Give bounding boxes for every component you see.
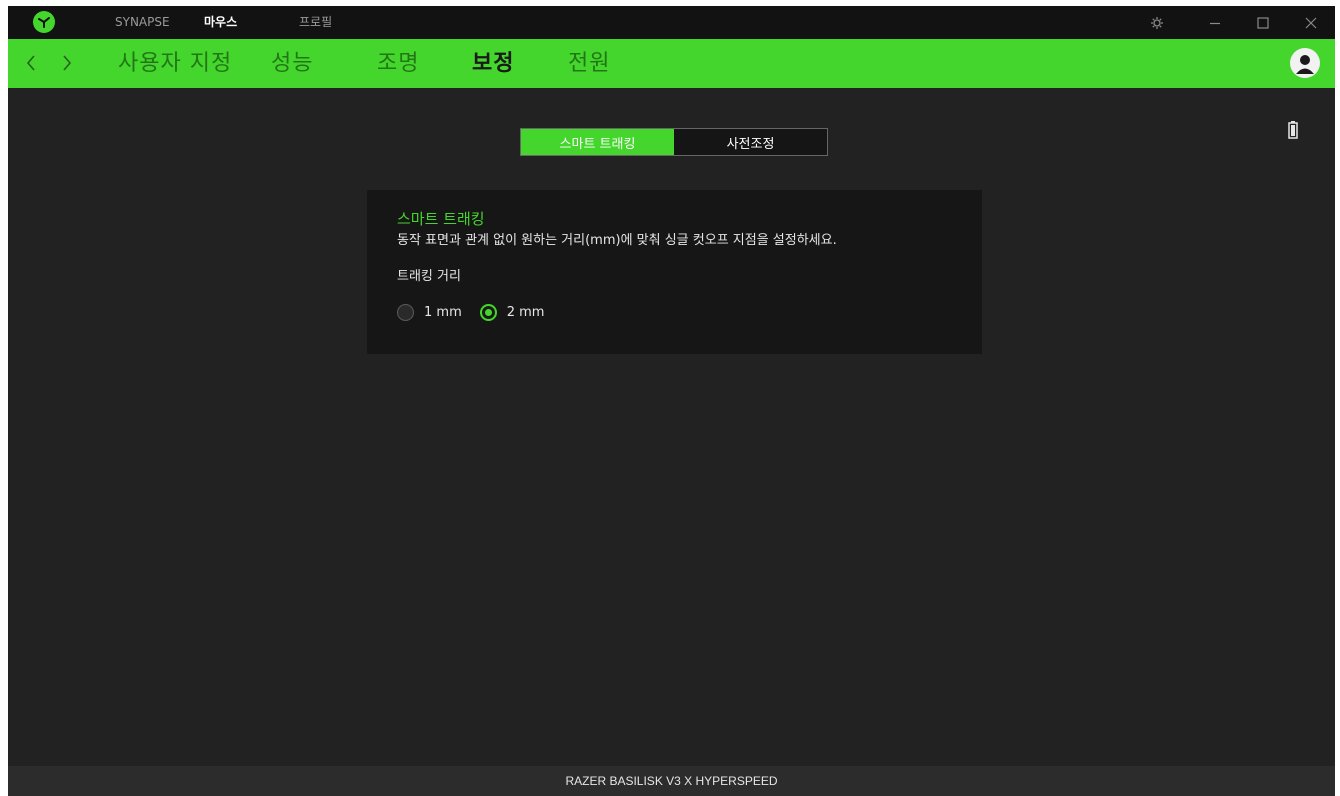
forward-arrow-icon[interactable] <box>56 51 78 75</box>
smart-tracking-button[interactable]: 스마트 트래킹 <box>521 129 674 155</box>
radio-label: 1 mm <box>424 305 462 320</box>
top-tab-profile[interactable]: 프로필 <box>299 6 332 39</box>
mode-segment-control: 스마트 트래킹 사전조정 <box>520 128 828 156</box>
card-description: 동작 표면과 관계 없이 원하는 거리(mm)에 맞춰 싱글 컷오프 지점을 설… <box>397 233 837 248</box>
smart-tracking-card: 스마트 트래킹 동작 표면과 관계 없이 원하는 거리(mm)에 맞춰 싱글 컷… <box>367 190 982 354</box>
sub-navigation: 사용자 지정 성능 조명 보정 전원 <box>8 39 1335 88</box>
tab-lighting[interactable]: 조명 <box>377 39 419 88</box>
minimize-icon[interactable] <box>1200 6 1230 39</box>
battery-icon <box>1286 119 1300 141</box>
user-icon <box>1296 55 1314 74</box>
radio-label: 2 mm <box>506 305 545 320</box>
razer-logo-icon[interactable] <box>33 11 55 33</box>
back-arrow-icon[interactable] <box>20 51 42 75</box>
tab-customize[interactable]: 사용자 지정 <box>118 39 232 88</box>
top-tab-mouse[interactable]: 마우스 <box>204 6 237 39</box>
device-name-footer: RAZER BASILISK V3 X HYPERSPEED <box>8 766 1335 796</box>
distance-option-2mm[interactable]: 2 mm <box>479 304 545 321</box>
presets-button[interactable]: 사전조정 <box>674 129 827 155</box>
radio-button-selected[interactable] <box>479 304 497 321</box>
tab-power[interactable]: 전원 <box>568 39 610 88</box>
tab-performance[interactable]: 성능 <box>271 39 313 88</box>
maximize-icon[interactable] <box>1248 6 1278 39</box>
tracking-distance-options: 1 mm 2 mm <box>397 304 952 321</box>
app-window: SYNAPSE 마우스 프로필 사용자 지정 성능 조명 보정 전원 스마트 트… <box>8 6 1335 796</box>
title-bar: SYNAPSE 마우스 프로필 <box>8 6 1335 39</box>
distance-option-1mm[interactable]: 1 mm <box>397 304 462 321</box>
tracking-distance-label: 트래킹 거리 <box>397 269 461 284</box>
settings-gear-icon[interactable] <box>1142 6 1172 39</box>
top-tab-synapse[interactable]: SYNAPSE <box>115 6 170 39</box>
device-name: RAZER BASILISK V3 X HYPERSPEED <box>565 774 778 788</box>
avatar[interactable] <box>1290 48 1320 78</box>
close-icon[interactable] <box>1296 6 1326 39</box>
tab-calibration[interactable]: 보정 <box>472 39 514 88</box>
radio-button[interactable] <box>397 304 414 321</box>
card-title: 스마트 트래킹 <box>397 210 485 228</box>
